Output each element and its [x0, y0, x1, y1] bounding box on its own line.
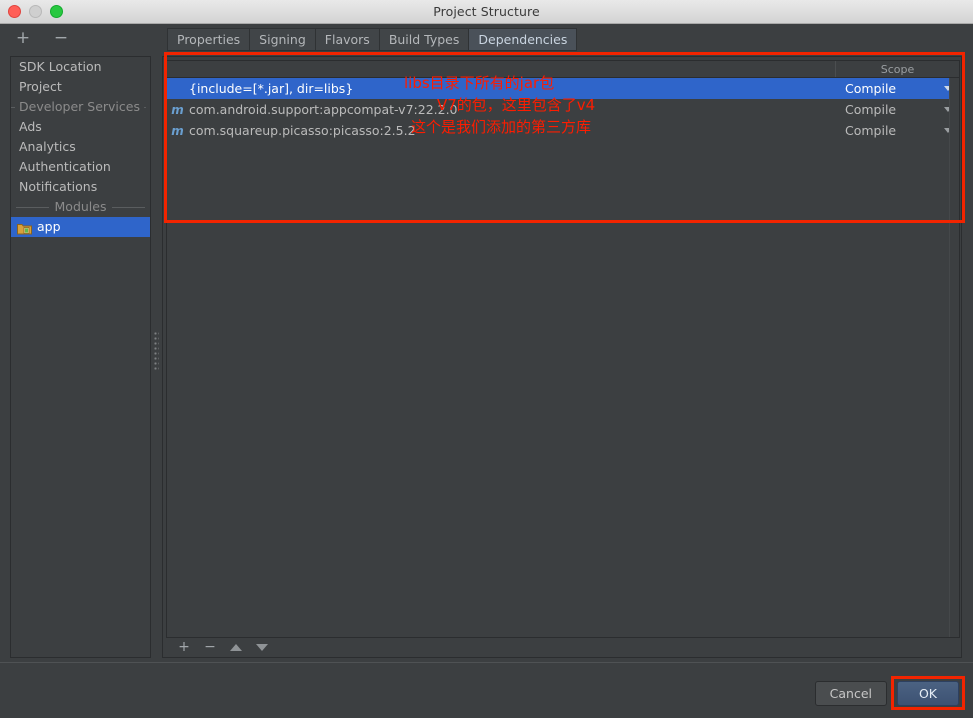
annotation-text-third-party-lib: 这个是我们添加的第三方库: [411, 118, 592, 136]
sidebar-group-label: Developer Services: [19, 99, 140, 114]
sidebar-item-ads[interactable]: Ads: [11, 117, 150, 137]
android-module-icon: [17, 221, 32, 234]
tab-dependencies[interactable]: Dependencies: [468, 28, 578, 51]
scope-dropdown[interactable]: Compile: [836, 99, 959, 120]
sidebar-splitter[interactable]: [152, 54, 161, 656]
sidebar-item-project[interactable]: Project: [11, 77, 150, 97]
annotation-text-libs-jars: libs目录下所有的jar包: [404, 74, 555, 92]
tab-build-types[interactable]: Build Types: [378, 28, 469, 51]
triangle-down-icon: [256, 643, 268, 651]
column-header-scope[interactable]: Scope: [836, 61, 959, 77]
scope-dropdown[interactable]: Compile: [836, 120, 959, 141]
sidebar-item-notifications[interactable]: Notifications: [11, 177, 150, 197]
splitter-grip-icon: [154, 332, 159, 372]
dialog-footer: Cancel OK: [0, 662, 973, 718]
dialog-content: SDK Location Project Developer Services …: [0, 54, 973, 662]
sidebar-item-label: app: [37, 219, 61, 234]
cancel-button[interactable]: Cancel: [814, 681, 887, 706]
maximize-window-button[interactable]: [50, 5, 63, 18]
scope-value-label: Compile: [845, 102, 897, 117]
sidebar-item-sdk-location[interactable]: SDK Location: [11, 57, 150, 77]
footer-button-group: Cancel OK: [814, 681, 959, 706]
toolbar-row: + − Properties Signing Flavors Build Typ…: [0, 24, 973, 54]
sidebar-item-analytics[interactable]: Analytics: [11, 137, 150, 157]
tab-properties[interactable]: Properties: [167, 28, 250, 51]
move-up-button[interactable]: [229, 640, 243, 654]
module-toolbar: + −: [12, 27, 72, 49]
separator-line-right: [143, 106, 146, 108]
tab-bar: Properties Signing Flavors Build Types D…: [167, 27, 578, 51]
dependency-name-label: com.squareup.picasso:picasso:2.5.2: [189, 123, 416, 138]
dependencies-table: Scope {include=[*.jar], dir=libs} Compil…: [166, 60, 960, 638]
maven-m-icon: m: [171, 123, 184, 138]
triangle-up-icon: [230, 643, 242, 651]
sidebar-group-modules: Modules: [11, 197, 150, 217]
tab-signing[interactable]: Signing: [249, 28, 315, 51]
separator-line-left: [16, 206, 49, 208]
dependency-name-label: com.android.support:appcompat-v7:22.2.0: [189, 102, 458, 117]
minimize-window-button[interactable]: [29, 5, 42, 18]
sidebar-item-authentication[interactable]: Authentication: [11, 157, 150, 177]
close-window-button[interactable]: [8, 5, 21, 18]
add-module-button[interactable]: +: [12, 27, 34, 49]
dependencies-panel: Scope {include=[*.jar], dir=libs} Compil…: [162, 56, 962, 658]
remove-dependency-button[interactable]: −: [203, 640, 217, 654]
maven-m-icon: m: [171, 102, 184, 117]
window-title: Project Structure: [433, 4, 540, 19]
scope-value-label: Compile: [845, 81, 897, 96]
add-dependency-button[interactable]: +: [177, 640, 191, 654]
project-structure-dialog: Project Structure + − Properties Signing…: [0, 0, 973, 718]
ok-button[interactable]: OK: [897, 681, 959, 706]
window-controls: [8, 5, 63, 18]
move-down-button[interactable]: [255, 640, 269, 654]
table-vertical-scrollbar[interactable]: [949, 78, 959, 637]
dependency-name-label: {include=[*.jar], dir=libs}: [189, 81, 354, 96]
scope-dropdown[interactable]: Compile: [836, 78, 959, 99]
sidebar-item-app[interactable]: app: [11, 217, 150, 237]
dependencies-toolbar: + −: [166, 638, 960, 656]
window-titlebar: Project Structure: [0, 0, 973, 24]
settings-sidebar: SDK Location Project Developer Services …: [10, 56, 151, 658]
tab-flavors[interactable]: Flavors: [314, 28, 379, 51]
table-header-row: Scope: [167, 61, 959, 78]
separator-line-right: [112, 206, 145, 208]
annotation-text-v7-package: V7的包，这里包含了v4: [437, 96, 596, 114]
sidebar-group-label: Modules: [54, 199, 107, 214]
scope-value-label: Compile: [845, 123, 897, 138]
remove-module-button[interactable]: −: [50, 27, 72, 49]
sidebar-group-developer-services: Developer Services: [11, 97, 150, 117]
